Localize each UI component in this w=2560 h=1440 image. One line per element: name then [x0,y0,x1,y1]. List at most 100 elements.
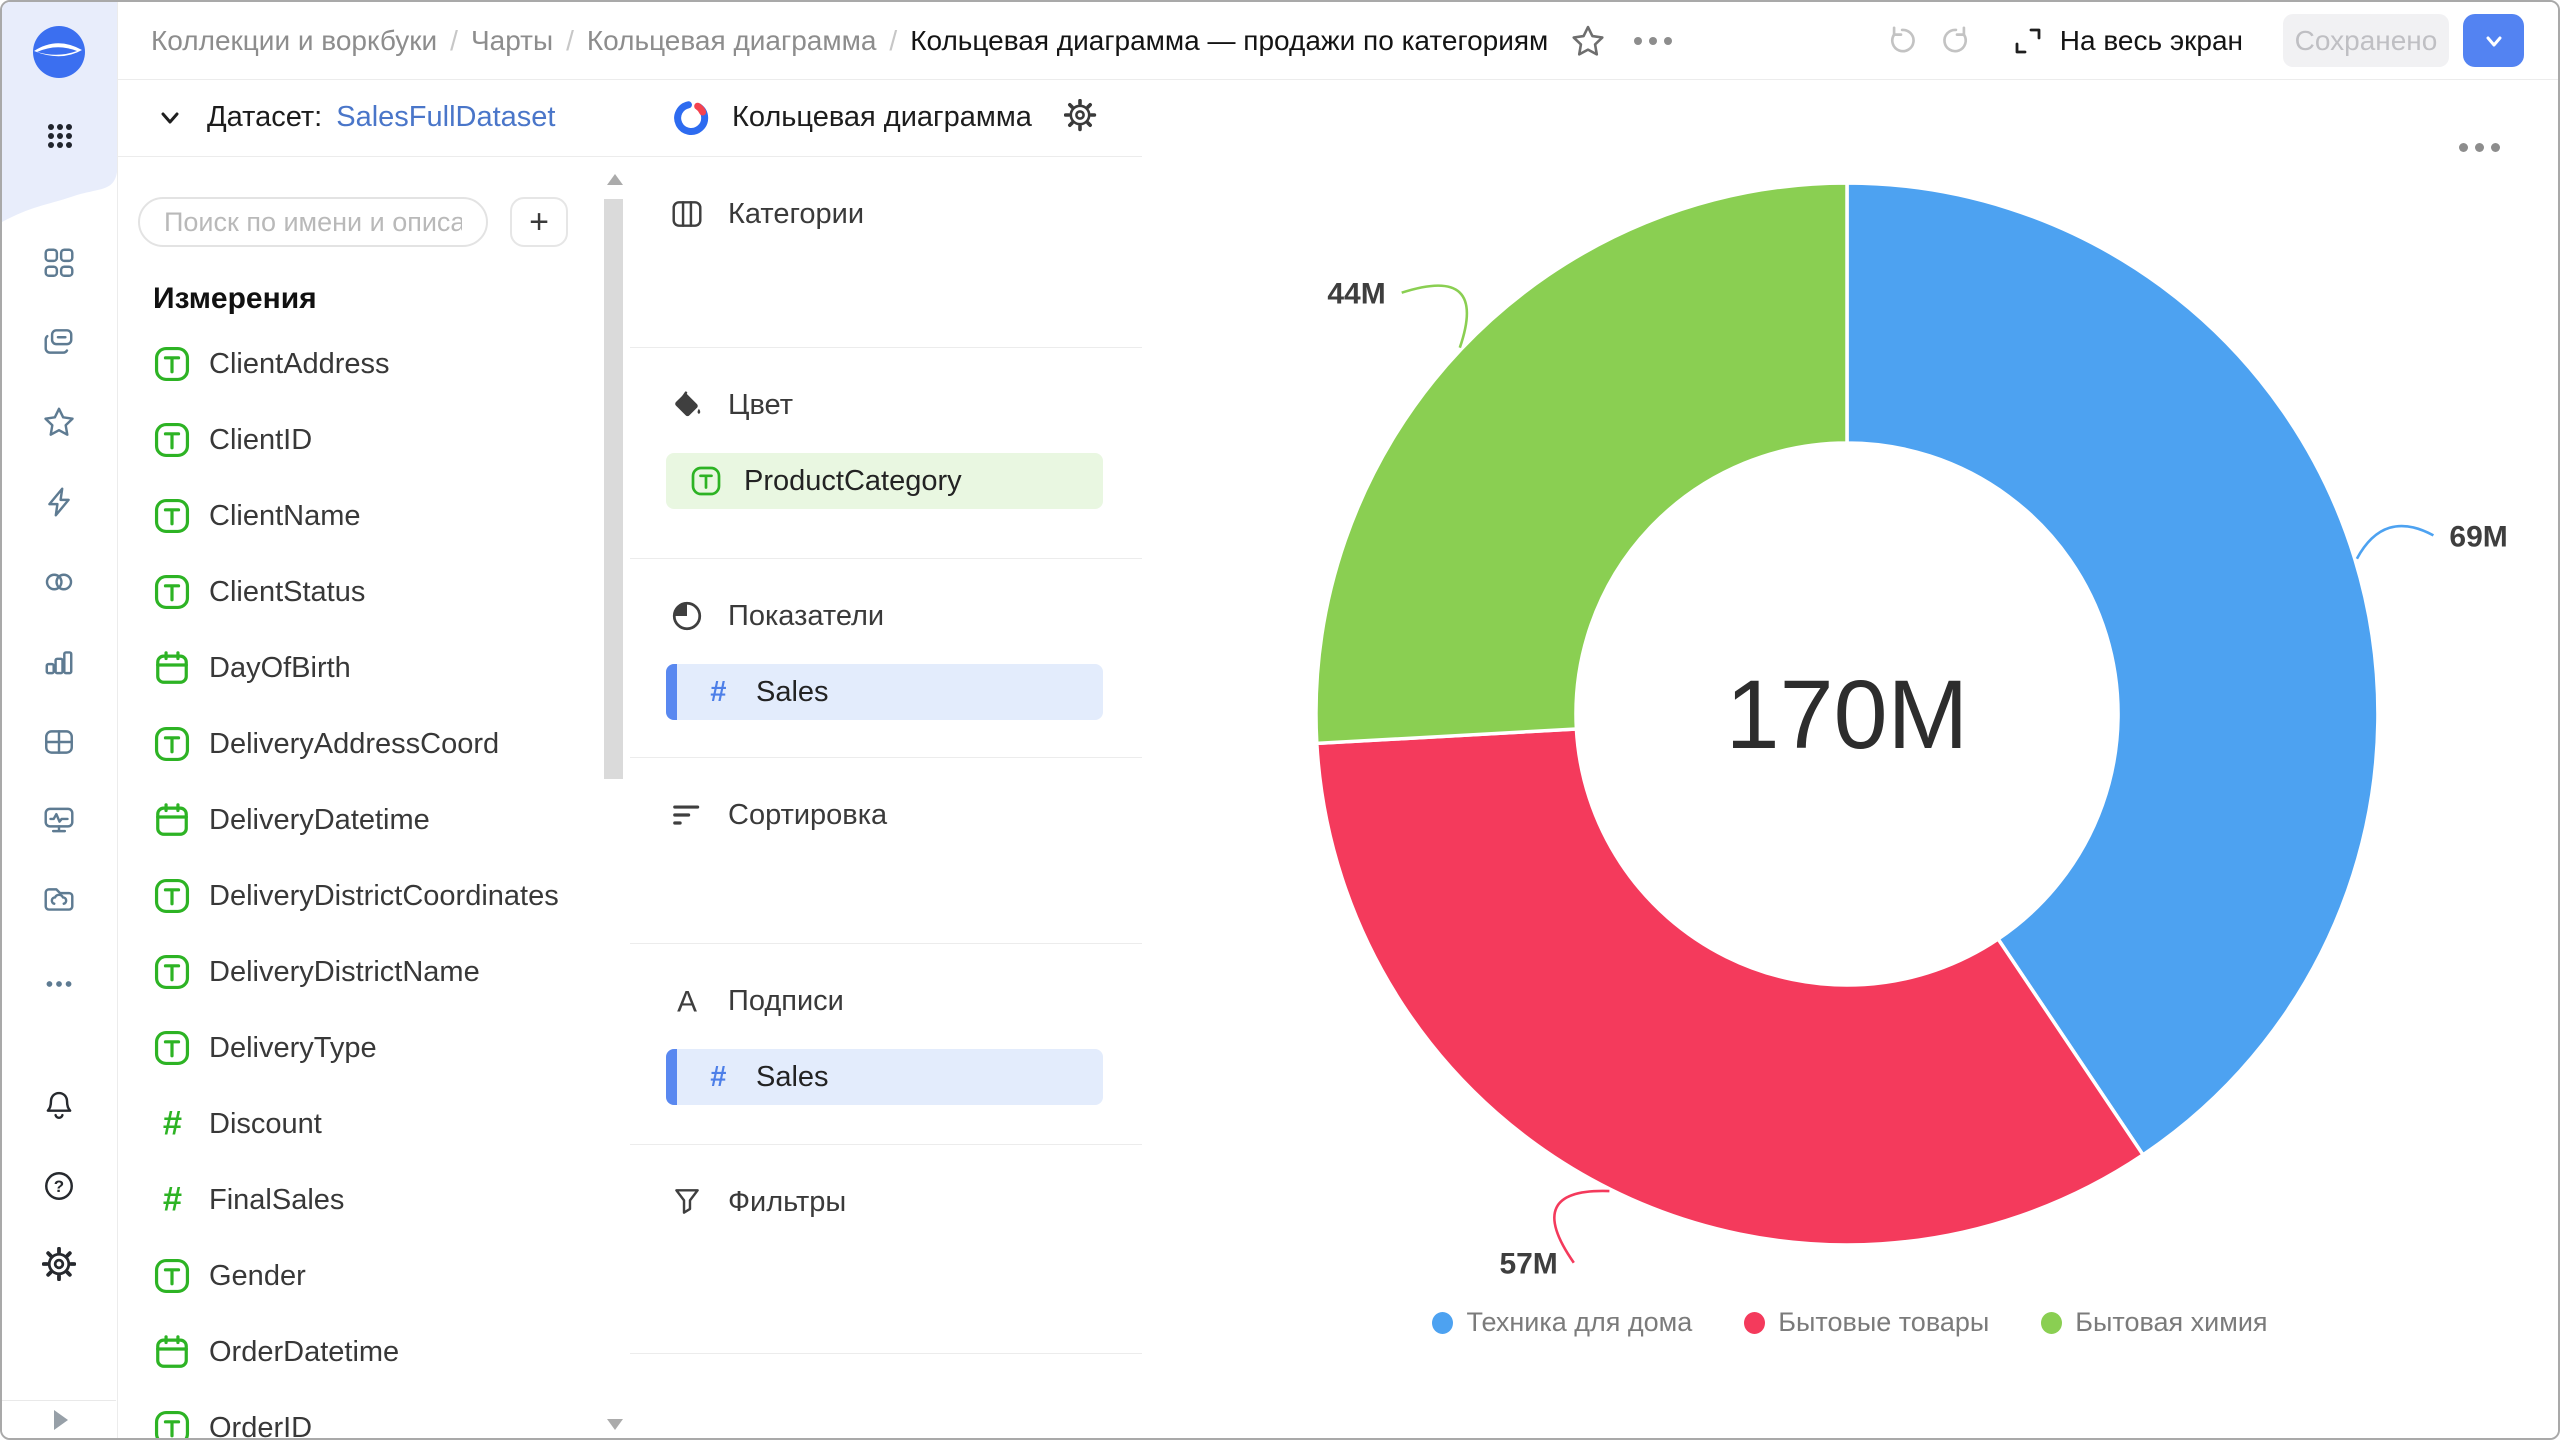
legend-item[interactable]: Бытовая химия [2041,1307,2267,1338]
svg-text:A: A [677,986,697,1018]
field-row[interactable]: DeliveryAddressCoord [117,706,600,782]
field-name: DeliveryAddressCoord [209,728,499,761]
sort-icon [670,798,704,832]
more-icon[interactable] [42,967,76,1001]
expand-icon[interactable] [46,1407,74,1433]
fullscreen-label[interactable]: На весь экран [2060,25,2243,57]
rings-icon[interactable] [42,565,76,599]
help-icon[interactable]: ? [42,1169,76,1203]
bar-chart-icon[interactable] [42,645,76,679]
field-type-text-icon [153,1409,191,1438]
field-row[interactable]: #Discount [117,1086,600,1162]
chart-settings-gear-icon[interactable] [1064,99,1102,137]
field-row[interactable]: Gender [117,1238,600,1314]
field-type-text-icon [153,573,191,611]
slice-data-label: 44M [1327,278,1385,311]
settings-icon[interactable] [42,1247,76,1281]
field-type-text-icon [153,497,191,535]
dataset-collapse-chevron-icon[interactable] [155,103,185,133]
field-row[interactable]: ClientID [117,402,600,478]
field-name: DeliveryDistrictName [209,956,480,989]
layers-icon[interactable] [42,325,76,359]
field-name: DeliveryDistrictCoordinates [209,880,559,913]
field-chip[interactable]: #Sales [666,664,1103,720]
page-title: Кольцевая диаграмма — продажи по категор… [910,25,1548,57]
field-type-text-icon [153,1257,191,1295]
field-type-text-icon [153,877,191,915]
legend-item[interactable]: Техника для дома [1432,1307,1692,1338]
datalens-logo-icon[interactable] [31,24,87,80]
monitor-icon[interactable] [42,803,76,837]
undo-icon[interactable] [1884,24,1918,58]
section-header: Фильтры [666,1145,1142,1219]
tiles-icon[interactable] [42,246,76,280]
donut-chart: Техника для дома: 69MБытовые товары: 57M… [1142,79,2558,1438]
field-row[interactable]: DeliveryType [117,1010,600,1086]
field-name: OrderID [209,1412,312,1439]
app-window: ? Коллекции и воркбуки/Чарты/Кольцевая д… [0,0,2560,1440]
chart-type-title: Кольцевая диаграмма [732,101,1064,134]
config-section-labels[interactable]: AПодписи#Sales [630,944,1142,1145]
field-row[interactable]: DeliveryDistrictCoordinates [117,858,600,934]
field-row[interactable]: OrderDatetime [117,1314,600,1390]
paint-icon [670,388,704,422]
header-actions: На весь экран Сохранено [1884,14,2524,67]
field-row[interactable]: DayOfBirth [117,630,600,706]
field-search-input[interactable] [138,197,488,247]
scrollbar-thumb[interactable] [604,199,623,779]
filter-icon [670,1185,704,1219]
config-section-pie[interactable]: Показатели#Sales [630,559,1142,758]
saved-button[interactable]: Сохранено [2283,14,2449,67]
field-type-date-icon [153,1333,191,1371]
scroll-down-arrow-icon[interactable] [607,1419,623,1430]
config-section-columns[interactable]: Категории [630,157,1142,348]
breadcrumb-link[interactable]: Кольцевая диаграмма [587,25,877,57]
donut-chart-type-icon[interactable] [670,97,712,139]
fullscreen-icon[interactable] [2012,25,2044,57]
config-section-sort[interactable]: Сортировка [630,758,1142,944]
field-row[interactable]: DeliveryDistrictName [117,934,600,1010]
dataset-name-link[interactable]: SalesFullDataset [336,101,555,134]
breadcrumb-link[interactable]: Чарты [471,25,553,57]
legend-dot-icon [2041,1312,2062,1334]
field-chip[interactable]: #Sales [666,1049,1103,1105]
dataset-scrollbar [603,174,625,1430]
field-name: ClientAddress [209,348,390,381]
field-row[interactable]: #FinalSales [117,1162,600,1238]
slice-data-label: 57M [1499,1248,1557,1281]
field-row[interactable]: ClientName [117,478,600,554]
donut-slice[interactable]: Бытовые товары: 57M [1317,729,2143,1245]
field-row[interactable]: ClientStatus [117,554,600,630]
scroll-up-arrow-icon[interactable] [607,174,623,185]
config-section-filter[interactable]: Фильтры [630,1145,1142,1354]
field-row[interactable]: DeliveryDatetime [117,782,600,858]
svg-text:#: # [162,1181,182,1219]
field-chip[interactable]: ProductCategory [666,453,1103,509]
field-row[interactable]: ClientAddress [117,326,600,402]
measure-accent-bar [666,1049,677,1105]
title-more-menu-icon[interactable] [1634,37,1672,45]
svg-text:#: # [162,1105,182,1143]
measure-accent-bar [666,664,677,720]
apps-grid-icon[interactable] [43,119,77,153]
save-dropdown-button[interactable] [2463,14,2524,67]
breadcrumb-link[interactable]: Коллекции и воркбуки [151,25,437,57]
folder-icon[interactable] [42,883,76,917]
dataset-label: Датасет: [207,101,322,134]
slice-data-label: 69M [2449,520,2507,553]
bell-icon[interactable] [42,1089,76,1123]
lightning-icon[interactable] [42,485,76,519]
legend-item[interactable]: Бытовые товары [1744,1307,1989,1338]
field-name: DeliveryDatetime [209,804,430,837]
redo-icon[interactable] [1940,24,1974,58]
star-icon[interactable] [42,405,76,439]
breadcrumb-separator: / [889,25,897,57]
svg-text:#: # [710,676,727,708]
favorite-star-icon[interactable] [1570,23,1606,59]
field-row[interactable]: OrderID [117,1390,600,1438]
table-icon[interactable] [42,725,76,759]
add-field-button[interactable]: + [510,197,568,247]
field-name: DayOfBirth [209,652,351,685]
field-type-text-icon [153,725,191,763]
config-section-paint[interactable]: ЦветProductCategory [630,348,1142,559]
